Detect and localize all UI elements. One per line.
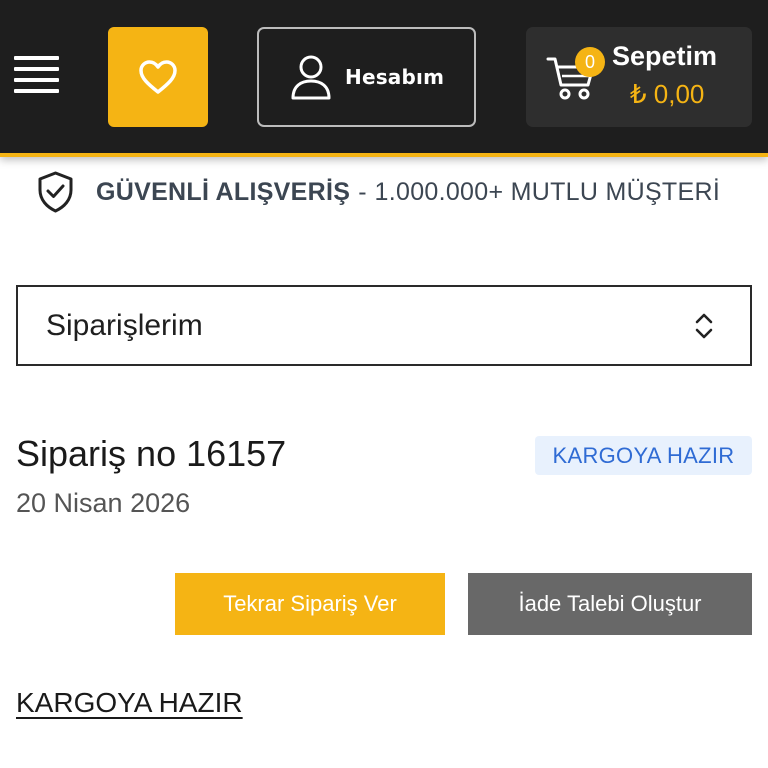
user-icon [291,55,331,100]
trust-separator: - [358,177,367,206]
order-status-link[interactable]: KARGOYA HAZIR [16,687,243,719]
cart-button[interactable]: 0 Sepetim ₺ 0,00 [526,27,752,127]
status-badge: KARGOYA HAZIR [535,436,752,475]
account-section-select[interactable]: Siparişlerim [16,285,752,366]
cart-count-badge: 0 [575,47,605,77]
reorder-button[interactable]: Tekrar Sipariş Ver [175,573,445,635]
site-header: Hesabım 0 Sepetim ₺ 0,00 [0,0,768,157]
return-request-button[interactable]: İade Talebi Oluştur [468,573,752,635]
trust-bar: GÜVENLİ ALIŞVERİŞ - 1.000.000+ MUTLU MÜŞ… [37,170,720,214]
account-label: Hesabım [345,65,445,89]
order-date: 20 Nisan 2026 [16,488,191,518]
hamburger-menu-icon[interactable] [14,56,60,94]
select-value: Siparişlerim [46,308,203,342]
order-title: Sipariş no 16157 [16,433,287,474]
cart-total: ₺ 0,00 [630,79,705,109]
chevron-up-down-icon [695,313,713,339]
trust-subtext: 1.000.000+ MUTLU MÜŞTERİ [374,177,721,206]
heart-icon [139,60,177,94]
shield-check-icon [38,171,73,213]
cart-title: Sepetim [612,41,718,71]
favorites-button[interactable] [108,27,208,127]
account-button[interactable]: Hesabım [257,27,476,127]
trust-headline: GÜVENLİ ALIŞVERİŞ [96,177,351,206]
